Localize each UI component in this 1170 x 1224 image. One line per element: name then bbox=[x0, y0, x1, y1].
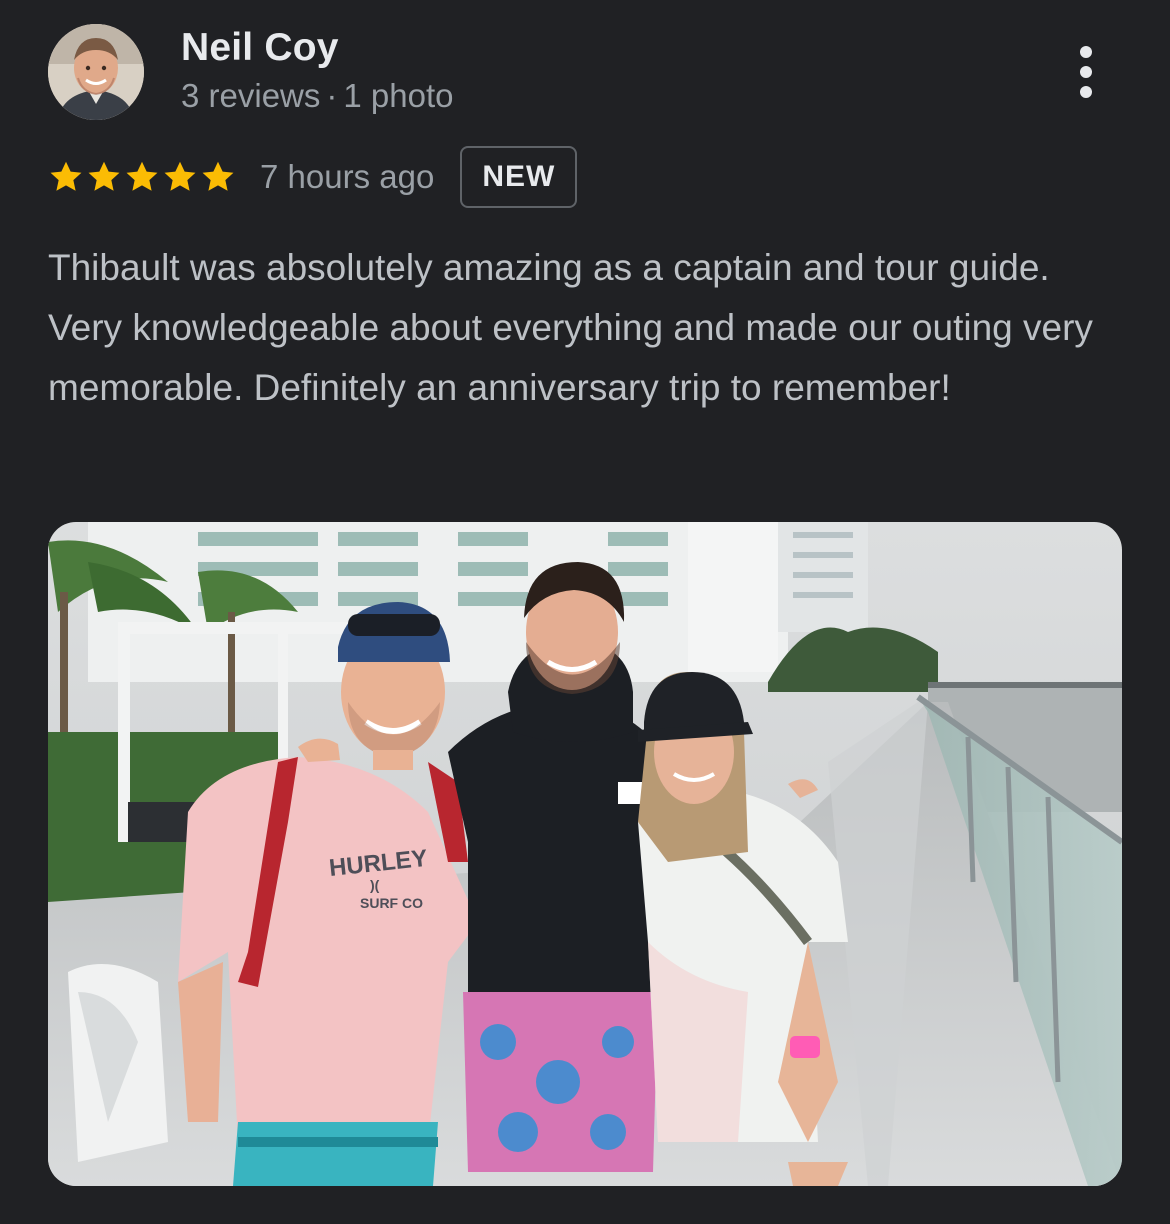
reviewer-name[interactable]: Neil Coy bbox=[181, 26, 339, 70]
review-text: Thibault was absolutely amazing as a cap… bbox=[48, 247, 1093, 408]
more-vert-icon bbox=[1080, 46, 1092, 58]
star-rating bbox=[48, 159, 236, 195]
star-icon bbox=[200, 159, 236, 195]
star-icon bbox=[48, 159, 84, 195]
review-time: 7 hours ago bbox=[260, 158, 435, 195]
new-badge: NEW bbox=[460, 146, 578, 208]
rating-row: 7 hours ago NEW bbox=[48, 144, 578, 210]
more-options-button[interactable] bbox=[1062, 40, 1110, 104]
reviewer-avatar[interactable] bbox=[48, 24, 144, 120]
star-icon bbox=[162, 159, 198, 195]
photo-count: 1 photo bbox=[343, 77, 454, 114]
star-icon bbox=[124, 159, 160, 195]
meta-separator: · bbox=[326, 77, 338, 114]
review-photo[interactable]: HURLEY )( SURF CO bbox=[48, 522, 1122, 1186]
more-vert-icon-dot bbox=[1080, 66, 1092, 78]
shirt-mark: )( bbox=[370, 877, 380, 893]
review-count: 3 reviews bbox=[181, 77, 321, 114]
more-vert-icon-dot bbox=[1080, 86, 1092, 98]
reviewer-meta: 3 reviews · 1 photo bbox=[181, 77, 454, 115]
star-icon bbox=[86, 159, 122, 195]
shirt-sub: SURF CO bbox=[360, 895, 423, 911]
